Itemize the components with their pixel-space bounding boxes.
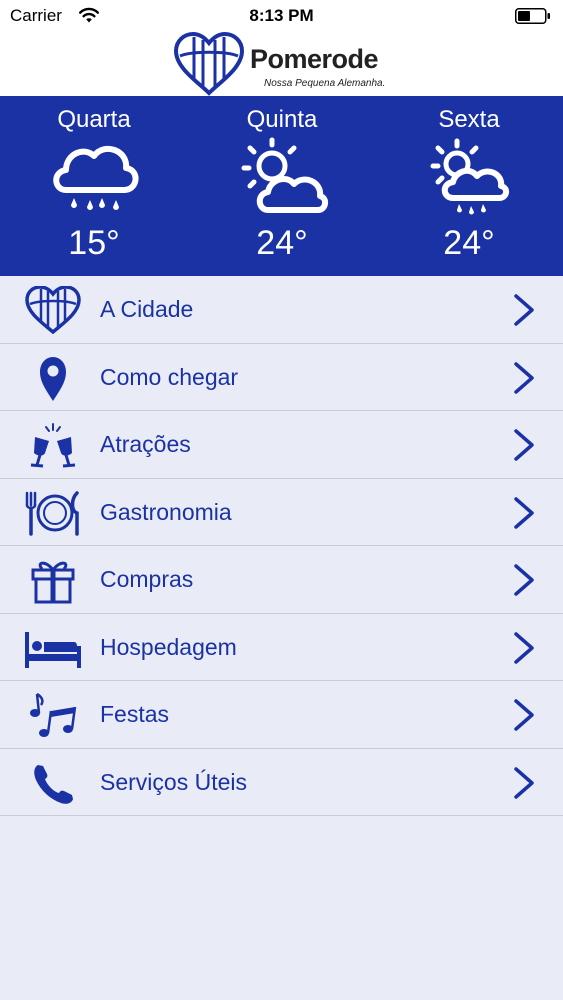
menu-item-label: Compras [100, 566, 194, 592]
main-menu: A Cidade Como chegar Atrações Gastronomi… [0, 276, 563, 816]
phone-icon [34, 764, 73, 804]
menu-item-label: Gastronomia [100, 498, 232, 525]
status-bar: Carrier 8:13 PM [0, 0, 563, 32]
rain-cloud-icon [53, 145, 139, 210]
forecast-temp: 24° [443, 224, 495, 262]
menu-item-label: Festas [100, 701, 170, 727]
menu-item-a-cidade[interactable]: A Cidade [0, 276, 563, 344]
menu-item-festas[interactable]: Festas [0, 681, 563, 749]
menu-item-label: Como chegar [100, 363, 239, 390]
sun-rain-icon [430, 138, 509, 215]
forecast-day: Quarta 15° [0, 96, 188, 276]
brand-name: Pomerode [250, 44, 379, 74]
clock: 8:13 PM [249, 6, 314, 25]
app-header: Pomerode Nossa Pequena Alemanha. [0, 32, 563, 96]
partly-sunny-icon [241, 137, 328, 213]
forecast-day: Sexta 24° [375, 96, 563, 276]
forecast-temp: 15° [68, 224, 120, 262]
weather-forecast: Quarta 15° Quinta 24° Sexta 24° [0, 96, 563, 276]
map-pin-icon [40, 356, 66, 401]
gift-icon [31, 561, 75, 604]
forecast-day-name: Quarta [57, 106, 131, 133]
menu-item-atracoes[interactable]: Atrações [0, 411, 563, 479]
menu-item-servicos-uteis[interactable]: Serviços Úteis [0, 749, 563, 816]
forecast-day-name: Quinta [246, 106, 318, 133]
menu-item-label: Serviços Úteis [100, 768, 247, 795]
menu-item-label: A Cidade [100, 296, 194, 322]
plate-cutlery-icon [25, 490, 79, 536]
menu-item-como-chegar[interactable]: Como chegar [0, 344, 563, 411]
chevron-right-icon [514, 699, 534, 731]
menu-item-compras[interactable]: Compras [0, 546, 563, 614]
forecast-day: Quinta 24° [188, 96, 376, 276]
music-notes-icon [30, 692, 77, 737]
menu-item-label: Hospedagem [100, 633, 237, 660]
brand-tagline: Nossa Pequena Alemanha. [264, 78, 386, 89]
chevron-right-icon [514, 361, 534, 394]
heart-logo-icon [25, 286, 81, 334]
forecast-day-name: Sexta [438, 106, 500, 133]
menu-item-hospedagem[interactable]: Hospedagem [0, 614, 563, 681]
forecast-temp: 24° [256, 224, 308, 262]
chevron-right-icon [514, 631, 534, 664]
battery-icon [515, 8, 550, 24]
toast-glasses-icon [30, 423, 76, 468]
chevron-right-icon [514, 564, 534, 596]
chevron-right-icon [514, 766, 534, 799]
menu-item-label: Atrações [100, 431, 191, 457]
bed-icon [25, 631, 81, 668]
heart-logo-icon [173, 32, 245, 96]
chevron-right-icon [514, 429, 534, 461]
chevron-right-icon [514, 496, 534, 529]
menu-item-gastronomia[interactable]: Gastronomia [0, 479, 563, 546]
chevron-right-icon [514, 294, 534, 326]
